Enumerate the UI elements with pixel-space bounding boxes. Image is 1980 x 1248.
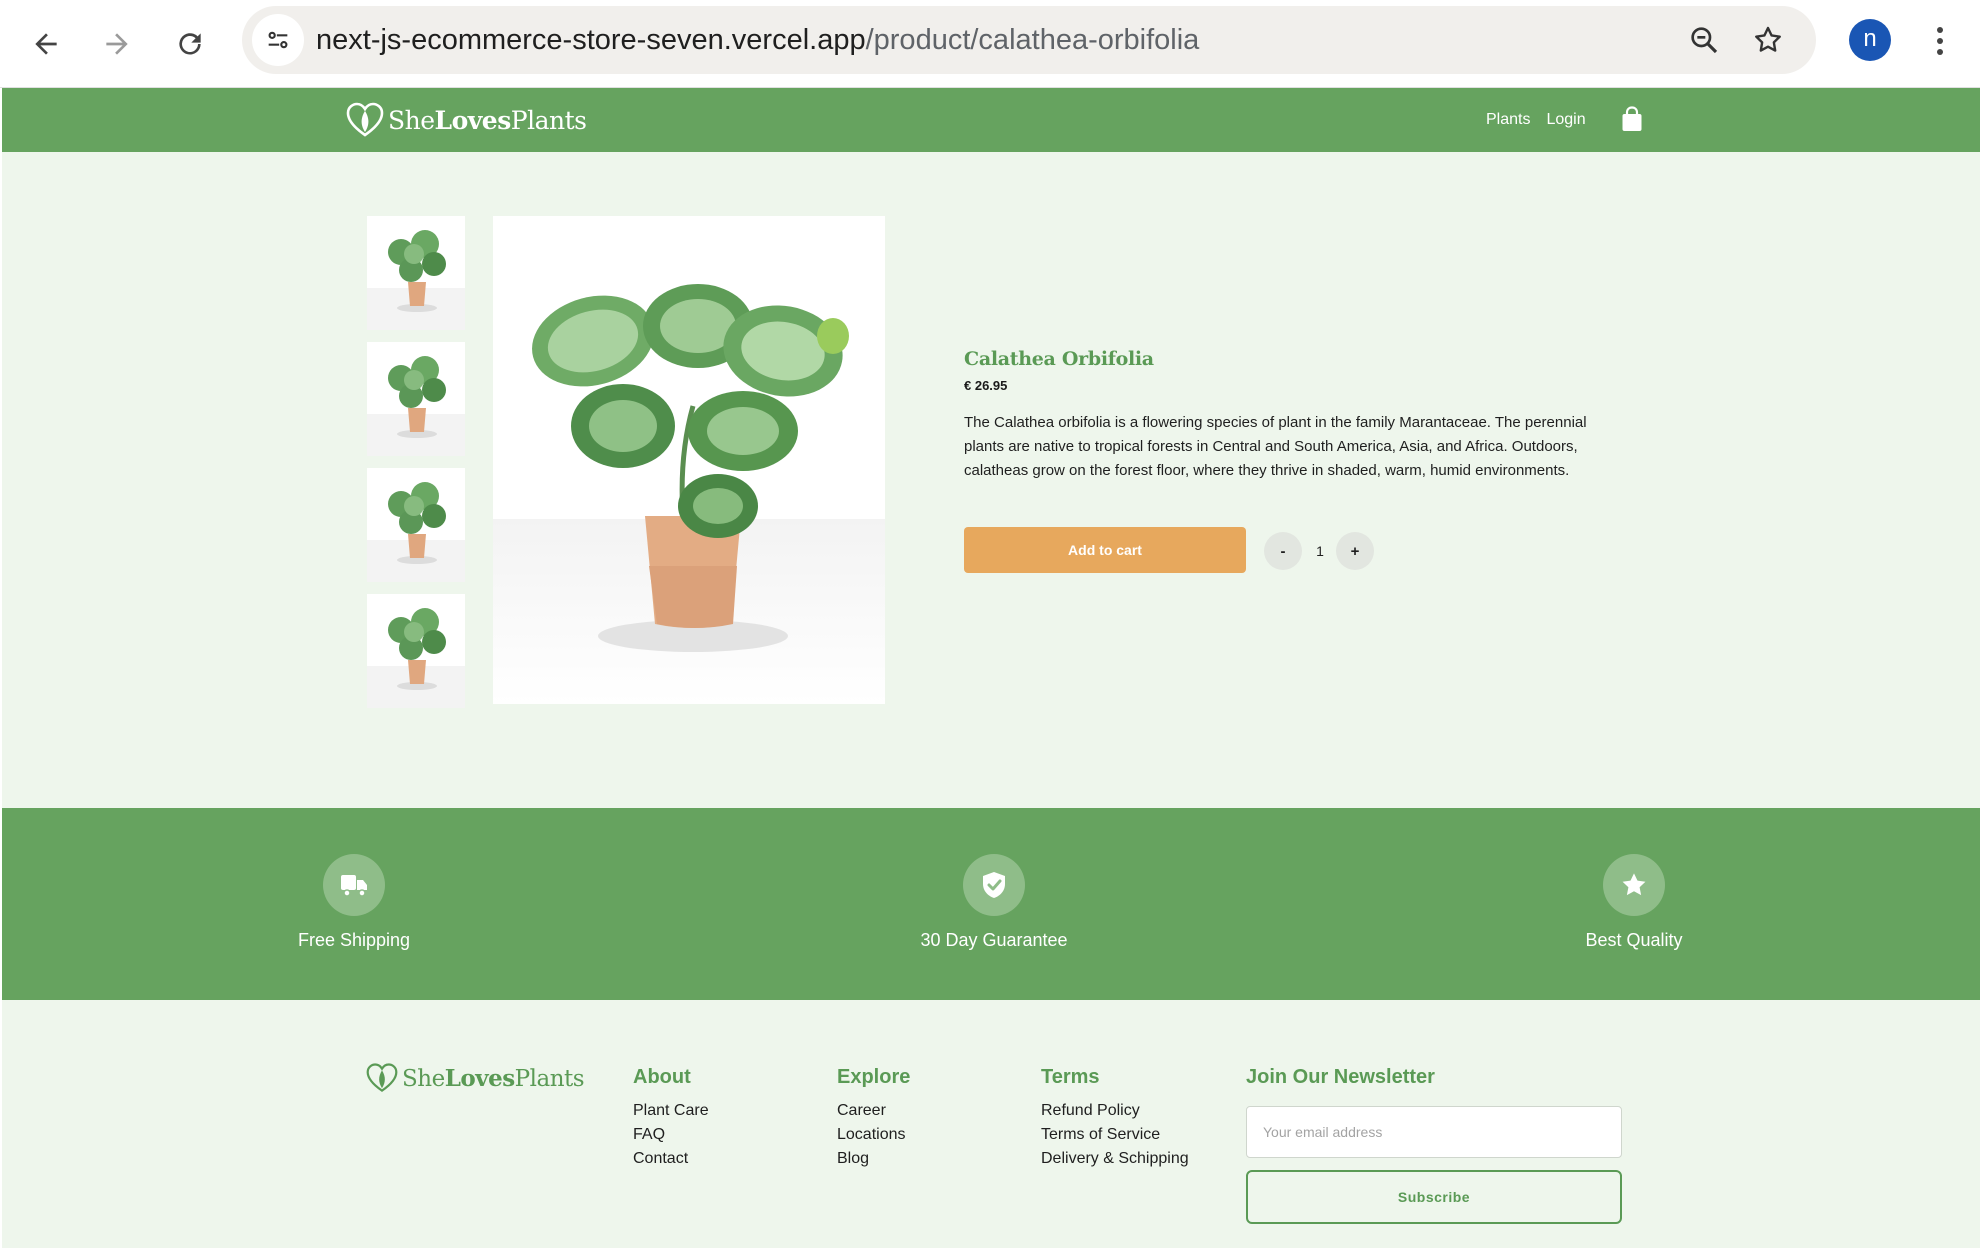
feature-icon-circle [963, 854, 1025, 916]
footer-column-title: Explore [837, 1066, 911, 1088]
quantity-decrement-button[interactable]: - [1264, 532, 1302, 570]
site-info-button[interactable] [252, 14, 304, 66]
url-host: next-js-ecommerce-store-seven.vercel.app [316, 24, 866, 56]
profile-avatar[interactable]: n [1849, 19, 1891, 61]
footer-column-title: Terms [1041, 1066, 1100, 1088]
nav-link-plants[interactable]: Plants [1486, 111, 1530, 129]
product-thumbnail[interactable] [367, 342, 465, 456]
product-thumbnail[interactable] [367, 594, 465, 708]
footer-link-plant-care[interactable]: Plant Care [633, 1099, 709, 1123]
footer-link-career[interactable]: Career [837, 1099, 910, 1123]
feature-icon-circle [323, 854, 385, 916]
product-main-image[interactable] [493, 216, 885, 704]
footer-link-blog[interactable]: Blog [837, 1147, 910, 1171]
site-logo[interactable]: SheLovesPlants [346, 100, 587, 140]
product-thumbnail[interactable] [367, 468, 465, 582]
shield-check-icon [983, 872, 1005, 898]
footer-logo[interactable]: SheLovesPlants [366, 1062, 585, 1094]
site-footer: SheLovesPlants About Plant Care FAQ Cont… [2, 1000, 1980, 1248]
bookmark-star-icon [1755, 26, 1781, 52]
nav-link-login[interactable]: Login [1546, 111, 1585, 129]
add-to-cart-button[interactable]: Add to cart [964, 527, 1246, 573]
main-nav: Plants Login [1486, 88, 1586, 152]
reload-button[interactable] [162, 16, 218, 72]
plant-thumbnail-image [367, 608, 465, 708]
feature-label: Best Quality [1585, 930, 1683, 950]
address-bar[interactable]: next-js-ecommerce-store-seven.vercel.app… [242, 6, 1816, 74]
feature-30-day-guarantee: 30 Day Guarantee [874, 854, 1114, 951]
subscribe-button[interactable]: Subscribe [1246, 1170, 1622, 1224]
back-icon [35, 33, 57, 55]
footer-link-faq[interactable]: FAQ [633, 1123, 709, 1147]
browser-menu-button[interactable] [1924, 18, 1956, 64]
footer-column-terms: Terms Refund Policy Terms of Service Del… [1041, 1066, 1189, 1171]
newsletter-title: Join Our Newsletter [1246, 1066, 1435, 1088]
logo-text: SheLovesPlants [388, 105, 587, 135]
product-price: € 26.95 [964, 378, 1008, 393]
product-thumbnail[interactable] [367, 216, 465, 330]
footer-column-newsletter: Join Our Newsletter [1246, 1066, 1435, 1099]
plant-thumbnail-image [367, 356, 465, 456]
forward-icon [106, 33, 128, 55]
back-button[interactable] [18, 16, 74, 72]
footer-link-locations[interactable]: Locations [837, 1123, 910, 1147]
url-text[interactable]: next-js-ecommerce-store-seven.vercel.app… [316, 6, 1199, 74]
product-description: The Calathea orbifolia is a flowering sp… [964, 414, 1587, 479]
quantity-value: 1 [1316, 543, 1324, 559]
site-info-icon [268, 31, 288, 49]
footer-link-terms-of-service[interactable]: Terms of Service [1041, 1123, 1189, 1147]
browser-toolbar: next-js-ecommerce-store-seven.vercel.app… [0, 0, 1980, 88]
plant-thumbnail-image [367, 230, 465, 330]
newsletter-email-input[interactable] [1246, 1106, 1622, 1158]
feature-label: 30 Day Guarantee [920, 930, 1068, 950]
heart-leaf-logo-icon [346, 102, 384, 137]
plant-image [532, 284, 849, 652]
star-icon [1622, 873, 1646, 896]
footer-link-delivery-shipping[interactable]: Delivery & Schipping [1041, 1147, 1189, 1171]
shopping-bag-icon[interactable] [1620, 106, 1644, 132]
bookmark-button[interactable] [1748, 20, 1788, 60]
footer-column-about: About Plant Care FAQ Contact [633, 1066, 709, 1171]
feature-free-shipping: Free Shipping [234, 854, 474, 951]
footer-column-title: About [633, 1066, 691, 1088]
heart-leaf-logo-icon [366, 1063, 398, 1092]
features-band: Free Shipping 30 Day Guarantee Best Qual… [2, 808, 1980, 1000]
url-path: /product/calathea-orbifolia [865, 24, 1200, 56]
feature-label: Free Shipping [297, 930, 411, 950]
plant-thumbnail-image [367, 482, 465, 582]
more-vert-icon [1937, 27, 1943, 55]
zoom-button[interactable] [1684, 20, 1724, 60]
footer-link-contact[interactable]: Contact [633, 1147, 709, 1171]
zoom-icon [1691, 27, 1718, 54]
quantity-increment-button[interactable]: + [1336, 532, 1374, 570]
truck-icon [341, 875, 367, 897]
footer-logo-text: SheLovesPlants [402, 1064, 585, 1092]
footer-link-refund-policy[interactable]: Refund Policy [1041, 1099, 1189, 1123]
product-info: Calathea Orbifolia € 26.95 The Calathea … [964, 348, 1624, 483]
forward-button[interactable] [89, 16, 145, 72]
reload-icon [179, 33, 201, 55]
feature-icon-circle [1603, 854, 1665, 916]
feature-best-quality: Best Quality [1514, 854, 1754, 951]
product-section: Calathea Orbifolia € 26.95 The Calathea … [2, 152, 1980, 808]
site-header: SheLovesPlants Plants Login [2, 88, 1980, 152]
footer-column-explore: Explore Career Locations Blog [837, 1066, 910, 1171]
product-name: Calathea Orbifolia [964, 348, 1154, 370]
